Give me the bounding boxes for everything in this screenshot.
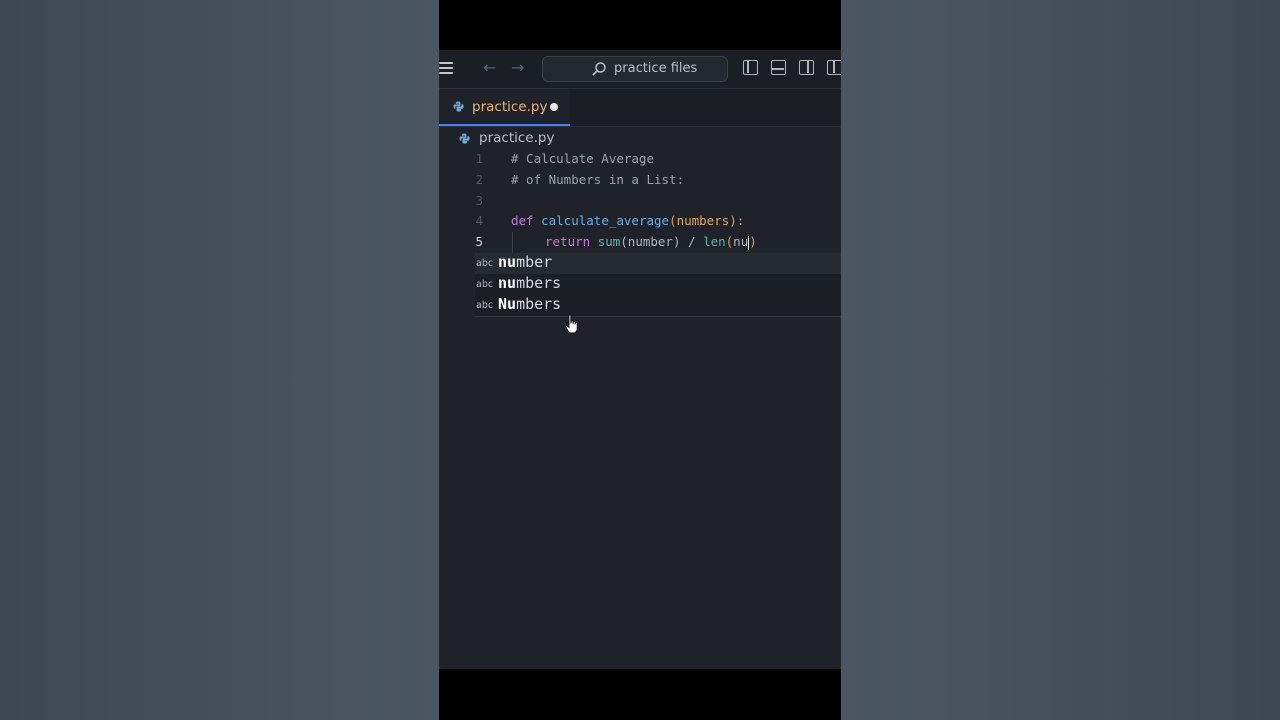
text-kind-icon: abc	[476, 258, 494, 269]
autocomplete-suggestions: abc number abc numbers abc Numbers	[475, 253, 841, 317]
suggestion-item[interactable]: abc number	[475, 253, 841, 274]
customize-layout-icon[interactable]	[827, 60, 841, 75]
builtin-sum: sum	[597, 234, 621, 249]
tab-practice-py[interactable]: practice.py	[439, 89, 570, 126]
suggestion-label: number	[498, 253, 553, 271]
forward-arrow-icon[interactable]: →	[511, 58, 524, 77]
code-line-active[interactable]: 5 return sum(number) / len(nu)	[439, 232, 841, 253]
keyword-def: def	[511, 213, 534, 228]
text-kind-icon: abc	[476, 279, 494, 290]
parameter-name: numbers	[676, 213, 730, 228]
background-right	[841, 0, 1280, 720]
search-icon	[592, 62, 606, 76]
hamburger-menu-icon[interactable]	[439, 62, 453, 74]
sum-argument: (number)	[620, 234, 681, 249]
code-line[interactable]: 1 # Calculate Average	[439, 149, 841, 170]
title-bar: ← → practice files	[439, 50, 841, 89]
editor-tab-strip: practice.py	[439, 89, 841, 127]
code-line[interactable]: 3	[439, 191, 841, 212]
suggestion-label: numbers	[498, 274, 562, 292]
typed-text: nu	[733, 234, 749, 249]
line-number: 5	[475, 234, 483, 249]
suggestion-label: Numbers	[498, 295, 562, 313]
tab-label: practice.py	[472, 99, 548, 115]
line-content: def calculate_average(numbers):	[511, 213, 744, 228]
code-line[interactable]: 4 def calculate_average(numbers):	[439, 211, 841, 232]
command-search-box[interactable]: practice files	[542, 56, 728, 82]
code-editor-window: ← → practice files practice.py practice.…	[439, 50, 841, 669]
breadcrumb-file-label: practice.py	[479, 130, 555, 146]
toggle-primary-sidebar-icon[interactable]	[743, 60, 758, 75]
line-number: 4	[475, 213, 483, 228]
indent-guide	[512, 232, 513, 253]
line-content: return sum(number) / len(nu)	[545, 234, 757, 250]
python-file-icon	[459, 133, 470, 144]
line-content: # Calculate Average	[511, 151, 654, 166]
line-number: 3	[475, 193, 483, 208]
line-number: 1	[475, 151, 483, 166]
hand-pointer-cursor-icon	[564, 314, 578, 334]
toggle-secondary-sidebar-icon[interactable]	[799, 60, 814, 75]
line-content: # of Numbers in a List:	[511, 172, 685, 187]
keyword-return: return	[545, 234, 591, 249]
close-paren: )	[749, 234, 757, 249]
unsaved-changes-dot-icon[interactable]	[550, 103, 558, 111]
division-operator: /	[680, 234, 704, 249]
code-line[interactable]: 2 # of Numbers in a List:	[439, 170, 841, 191]
python-file-icon	[453, 101, 464, 112]
suggestion-item[interactable]: abc Numbers	[475, 295, 841, 316]
video-frame: ← → practice files practice.py practice.…	[439, 0, 841, 720]
close-paren-colon: ):	[729, 213, 745, 228]
builtin-len: len	[703, 234, 726, 249]
search-placeholder: practice files	[614, 61, 698, 76]
suggestion-item[interactable]: abc numbers	[475, 274, 841, 295]
line-number: 2	[475, 172, 483, 187]
background-left	[0, 0, 439, 720]
text-kind-icon: abc	[476, 300, 494, 311]
open-paren: (	[669, 213, 677, 228]
toggle-panel-icon[interactable]	[771, 60, 786, 75]
back-arrow-icon[interactable]: ←	[483, 58, 496, 77]
function-name: calculate_average	[541, 213, 670, 228]
